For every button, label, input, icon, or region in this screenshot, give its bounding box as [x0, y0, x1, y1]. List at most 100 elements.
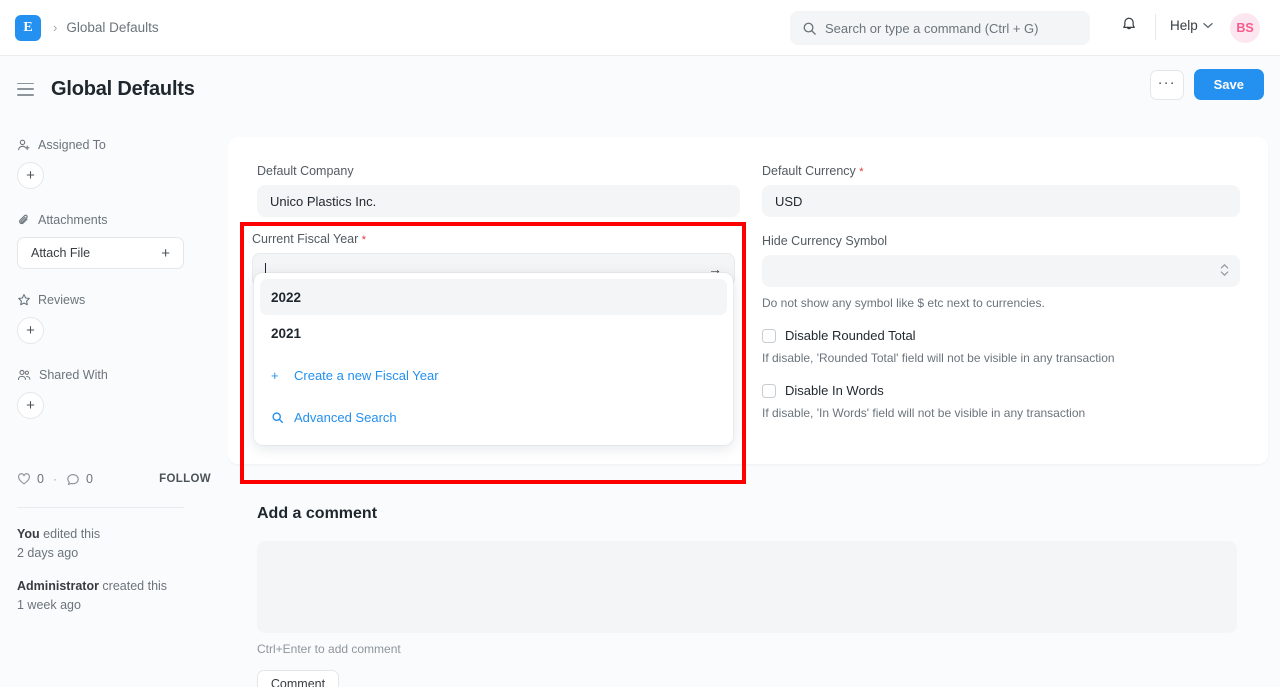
navbar-divider [1155, 14, 1156, 40]
brand-logo[interactable]: E [15, 15, 41, 41]
attach-file-label: Attach File [31, 246, 90, 260]
advanced-search-label: Advanced Search [294, 410, 397, 425]
history-actor: You [17, 527, 40, 541]
review-add-button[interactable]: + [17, 317, 44, 344]
save-button[interactable]: Save [1194, 69, 1264, 100]
form-column-left: Default Company [257, 164, 740, 217]
notifications-bell-icon[interactable] [1120, 16, 1138, 34]
left-sidebar: Assigned To + Attachments Attach File + [0, 122, 228, 687]
history-action: edited this [40, 527, 100, 541]
disable-in-words-description: If disable, 'In Words' field will not be… [762, 406, 1240, 420]
history-actor: Administrator [17, 579, 99, 593]
history-time: 2 days ago [17, 546, 78, 560]
required-asterisk: * [859, 166, 863, 178]
attachments-label: Attachments [38, 213, 107, 227]
reviews-label-row: Reviews [17, 293, 211, 307]
form-column-right: Default Currency * Hide Currency Symbol [762, 164, 1240, 420]
sidebar-section-attachments: Attachments Attach File + [0, 213, 228, 269]
star-icon [17, 293, 31, 307]
default-company-label-text: Default Company [257, 164, 354, 178]
attachments-label-row: Attachments [17, 213, 211, 227]
field-current-fiscal-year: Current Fiscal Year * → 2022 2021 + Crea… [252, 232, 735, 287]
global-search[interactable] [790, 11, 1090, 45]
attach-file-button[interactable]: Attach File + [17, 237, 184, 269]
page-header-actions: ··· Save [1150, 69, 1264, 100]
follow-button[interactable]: FOLLOW [159, 473, 211, 485]
history-action: created this [99, 579, 167, 593]
dropdown-create-new-fiscal-year[interactable]: + Create a new Fiscal Year [260, 357, 727, 393]
sidebar-toggle-icon[interactable] [17, 83, 34, 96]
sidebar-section-reviews: Reviews + [0, 293, 228, 344]
disable-in-words-checkbox[interactable] [762, 384, 776, 398]
dropdown-advanced-search[interactable]: Advanced Search [260, 399, 727, 435]
search-icon [271, 411, 285, 424]
disable-rounded-total-label: Disable Rounded Total [785, 328, 916, 343]
help-label: Help [1170, 18, 1198, 33]
history-entry-created: Administrator created this 1 week ago [17, 577, 217, 616]
page-header: Global Defaults ··· Save [0, 56, 1280, 122]
history-entry-edited: You edited this 2 days ago [17, 525, 217, 564]
default-currency-label: Default Currency * [762, 164, 1240, 178]
like-stat[interactable]: 0 [17, 472, 44, 486]
default-currency-input[interactable] [762, 185, 1240, 217]
fiscal-year-dropdown: 2022 2021 + Create a new Fiscal Year Adv… [254, 273, 733, 445]
paperclip-icon [17, 213, 31, 227]
disable-rounded-total-checkbox[interactable] [762, 329, 776, 343]
comment-hint: Ctrl+Enter to add comment [257, 642, 1237, 656]
breadcrumb-separator: › [53, 20, 57, 35]
default-company-label: Default Company [257, 164, 740, 178]
plus-icon: + [161, 245, 170, 262]
chevron-updown-icon[interactable] [1220, 262, 1229, 278]
user-add-icon [17, 138, 31, 152]
top-navbar: E › Global Defaults Help [0, 0, 1280, 56]
default-company-input[interactable] [257, 185, 740, 217]
field-default-currency: Default Currency * [762, 164, 1240, 217]
create-new-label: Create a new Fiscal Year [294, 368, 439, 383]
comment-count: 0 [86, 472, 93, 486]
comment-stat[interactable]: 0 [66, 472, 93, 486]
sidebar-divider [17, 507, 184, 508]
like-count: 0 [37, 472, 44, 486]
reviews-label: Reviews [38, 293, 85, 307]
dropdown-option-2021[interactable]: 2021 [260, 315, 727, 351]
comment-submit-button[interactable]: Comment [257, 670, 339, 687]
sidebar-section-shared-with: Shared With + [0, 368, 228, 419]
field-default-company: Default Company [257, 164, 740, 217]
help-menu[interactable]: Help [1170, 18, 1213, 33]
disable-rounded-total-description: If disable, 'Rounded Total' field will n… [762, 351, 1240, 365]
field-hide-currency-symbol: Hide Currency Symbol Do not show any sym… [762, 234, 1240, 310]
breadcrumb-global-defaults[interactable]: Global Defaults [66, 20, 158, 35]
comment-textarea[interactable] [257, 541, 1237, 633]
hide-currency-symbol-description: Do not show any symbol like $ etc next t… [762, 296, 1240, 310]
dropdown-option-2022[interactable]: 2022 [260, 279, 727, 315]
heart-icon [17, 472, 31, 486]
hide-currency-symbol-label: Hide Currency Symbol [762, 234, 1240, 248]
search-input[interactable] [825, 21, 1078, 36]
comment-bubble-icon [66, 472, 80, 486]
current-fiscal-year-label-text: Current Fiscal Year [252, 232, 358, 246]
field-disable-in-words[interactable]: Disable In Words [762, 383, 1240, 398]
add-comment-title: Add a comment [257, 505, 1237, 523]
assign-add-button[interactable]: + [17, 162, 44, 189]
field-disable-rounded-total[interactable]: Disable Rounded Total [762, 328, 1240, 343]
shared-with-label: Shared With [39, 368, 108, 382]
app-root: E › Global Defaults Help [0, 0, 1280, 687]
chevron-down-icon [1203, 22, 1213, 29]
assigned-to-label: Assigned To [38, 138, 106, 152]
more-options-button[interactable]: ··· [1150, 70, 1184, 100]
required-asterisk: * [362, 234, 366, 246]
stat-separator: · [53, 472, 57, 486]
plus-icon: + [271, 368, 285, 383]
users-group-icon [17, 368, 32, 382]
page-title: Global Defaults [51, 78, 195, 101]
share-add-button[interactable]: + [17, 392, 44, 419]
hide-currency-symbol-select[interactable] [762, 255, 1240, 287]
search-icon [802, 21, 817, 36]
comment-section: Add a comment Ctrl+Enter to add comment … [257, 505, 1237, 687]
sidebar-section-assigned-to: Assigned To + [0, 138, 228, 189]
history-time: 1 week ago [17, 598, 81, 612]
avatar[interactable]: BS [1230, 13, 1260, 43]
shared-with-label-row: Shared With [17, 368, 211, 382]
hide-currency-symbol-label-text: Hide Currency Symbol [762, 234, 887, 248]
default-currency-label-text: Default Currency [762, 164, 856, 178]
